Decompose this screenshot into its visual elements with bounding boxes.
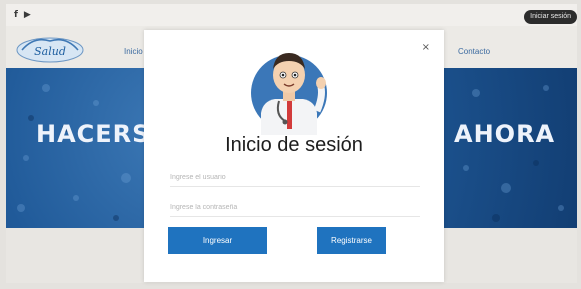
hero-text-left: HACERS	[36, 120, 151, 148]
facebook-icon[interactable]: f	[14, 10, 18, 20]
login-pill-button[interactable]: Iniciar sesión	[524, 10, 577, 24]
youtube-icon[interactable]: ▶	[24, 10, 31, 20]
modal-title: Inicio de sesión	[225, 134, 363, 156]
nav-item-contacto[interactable]: Contacto	[458, 47, 490, 56]
login-modal: × Inicio de sesión Ingresar Registrarse	[144, 30, 444, 282]
login-button[interactable]: Ingresar	[168, 227, 267, 254]
site-logo[interactable]: Salud	[14, 32, 86, 64]
doctor-avatar-icon	[251, 53, 327, 135]
username-input[interactable]	[170, 168, 420, 187]
social-links: f ▶	[14, 10, 31, 20]
logo-text: Salud	[34, 45, 66, 58]
top-bar: f ▶ Iniciar sesión	[6, 4, 577, 26]
register-button[interactable]: Registrarse	[317, 227, 386, 254]
close-icon[interactable]: ×	[422, 42, 430, 53]
password-input[interactable]	[170, 198, 420, 217]
hero-text-right: AHORA	[454, 120, 556, 148]
nav-item-inicio[interactable]: Inicio	[124, 47, 143, 56]
